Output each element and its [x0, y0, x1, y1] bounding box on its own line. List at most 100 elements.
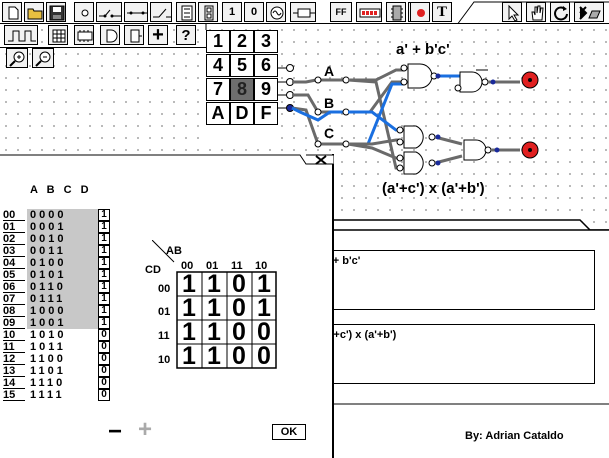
key-7[interactable]: 7	[206, 78, 230, 101]
clock-icon	[181, 5, 193, 21]
led-bar-button[interactable]	[356, 2, 382, 22]
kmap-cell[interactable]: 1	[202, 320, 226, 345]
row-output[interactable]: 1	[98, 257, 110, 269]
kmap-cell[interactable]: 1	[177, 320, 201, 345]
chip-button[interactable]	[386, 2, 406, 22]
pulse-icon	[8, 30, 36, 42]
kmap-cell[interactable]: 0	[252, 344, 276, 369]
key-6[interactable]: 6	[254, 54, 278, 77]
grid-tool-button[interactable]	[48, 25, 68, 45]
row-index: 00	[3, 209, 25, 221]
key-4[interactable]: 4	[206, 54, 230, 77]
decrease-button[interactable]: −	[108, 420, 122, 444]
text-tool-button[interactable]: T	[432, 2, 452, 22]
key-2[interactable]: 2	[230, 30, 254, 53]
save-icon	[49, 5, 65, 21]
delete-button[interactable]	[574, 2, 604, 22]
close-icon[interactable]	[312, 155, 330, 165]
gate-tool-button[interactable]	[100, 25, 120, 45]
table-row: 09 1001 1	[3, 317, 111, 329]
row-index: 13	[3, 365, 25, 377]
key-d[interactable]: D	[230, 102, 254, 125]
product-of-sums-box[interactable]: (a'+c') x (a'+b')	[317, 324, 595, 384]
row-output[interactable]: 0	[98, 353, 110, 365]
new-file-button[interactable]	[2, 2, 22, 22]
hex-keypad: 1 2 3 4 5 6 7 8 9 A D F	[206, 30, 278, 148]
register-tool-button[interactable]	[74, 25, 94, 45]
pulse-tool-button[interactable]	[4, 25, 38, 45]
save-button[interactable]	[46, 2, 66, 22]
row-index: 07	[3, 293, 25, 305]
point-tool-button[interactable]	[74, 2, 94, 22]
truth-table-header: A B C D	[30, 184, 92, 196]
row-output[interactable]: 1	[98, 233, 110, 245]
row-output[interactable]: 0	[98, 389, 110, 401]
key-5[interactable]: 5	[230, 54, 254, 77]
row-output[interactable]: 0	[98, 341, 110, 353]
hand-button[interactable]	[526, 2, 546, 22]
truth-table-panel: A B C D 00 0000 1 01 0001 1 02 0010 1 03 0011 1 04 01…	[0, 154, 334, 458]
zoom-in-button[interactable]	[6, 48, 28, 68]
row-inputs: 0001	[27, 221, 99, 233]
kmap-cell[interactable]: 1	[252, 296, 276, 321]
const-one-button[interactable]: 1	[222, 2, 242, 22]
kmap-cell[interactable]: 1	[177, 272, 201, 297]
row-output[interactable]: 0	[98, 365, 110, 377]
oscillator-button[interactable]	[266, 2, 286, 22]
probe-icon	[417, 9, 425, 17]
wire-tool-button[interactable]	[124, 2, 148, 22]
open-button[interactable]	[24, 2, 44, 22]
probe-button[interactable]	[410, 2, 430, 22]
flip-flop-button[interactable]: FF	[330, 2, 352, 22]
row-output[interactable]: 0	[98, 329, 110, 341]
io-tool-button[interactable]	[124, 25, 144, 45]
row-output[interactable]: 1	[98, 245, 110, 257]
kmap-cell[interactable]: 0	[227, 272, 251, 297]
kmap-cell[interactable]: 1	[202, 272, 226, 297]
help-icon: ?	[181, 26, 191, 44]
row-inputs: 0110	[27, 281, 99, 293]
kmap-cell[interactable]: 1	[202, 344, 226, 369]
kmap-cell[interactable]: 1	[252, 272, 276, 297]
row-output[interactable]: 1	[98, 209, 110, 221]
key-8[interactable]: 8	[230, 78, 254, 101]
kmap-cell[interactable]: 1	[202, 296, 226, 321]
key-f[interactable]: F	[254, 102, 278, 125]
const-one-icon: 1	[228, 6, 236, 18]
rotate-icon	[554, 6, 568, 21]
ok-button[interactable]: OK	[272, 424, 306, 440]
kmap-cell[interactable]: 1	[177, 296, 201, 321]
row-output[interactable]: 0	[98, 377, 110, 389]
row-output[interactable]: 1	[98, 281, 110, 293]
key-a[interactable]: A	[206, 102, 230, 125]
resistor-button[interactable]	[290, 2, 316, 22]
hex-display-button[interactable]	[198, 2, 218, 22]
kmap-cell[interactable]: 0	[227, 320, 251, 345]
clock-button[interactable]	[176, 2, 196, 22]
row-output[interactable]: 1	[98, 305, 110, 317]
kmap-cell[interactable]: 0	[227, 296, 251, 321]
rotate-button[interactable]	[550, 2, 570, 22]
row-output[interactable]: 1	[98, 293, 110, 305]
row-output[interactable]: 1	[98, 221, 110, 233]
resistor-icon	[293, 8, 315, 18]
kmap-cell[interactable]: 0	[227, 344, 251, 369]
add-button[interactable]: +	[148, 24, 168, 46]
help-button[interactable]: ?	[176, 25, 196, 45]
key-3[interactable]: 3	[254, 30, 278, 53]
const-zero-button[interactable]: 0	[244, 2, 264, 22]
switch-tool-button[interactable]	[96, 2, 122, 22]
row-output[interactable]: 1	[98, 317, 110, 329]
row-output[interactable]: 1	[98, 269, 110, 281]
increase-button[interactable]: +	[138, 418, 152, 442]
switch-open-button[interactable]	[150, 2, 172, 22]
kmap-cell[interactable]: 1	[177, 344, 201, 369]
oscillator-icon	[270, 6, 284, 20]
row-inputs: 1000	[27, 305, 99, 317]
zoom-out-button[interactable]	[32, 48, 54, 68]
kmap-cell[interactable]: 0	[252, 320, 276, 345]
key-9[interactable]: 9	[254, 78, 278, 101]
pointer-button[interactable]	[502, 2, 522, 22]
sum-of-products-box[interactable]: a' + b'c'	[317, 250, 595, 310]
key-1[interactable]: 1	[206, 30, 230, 53]
